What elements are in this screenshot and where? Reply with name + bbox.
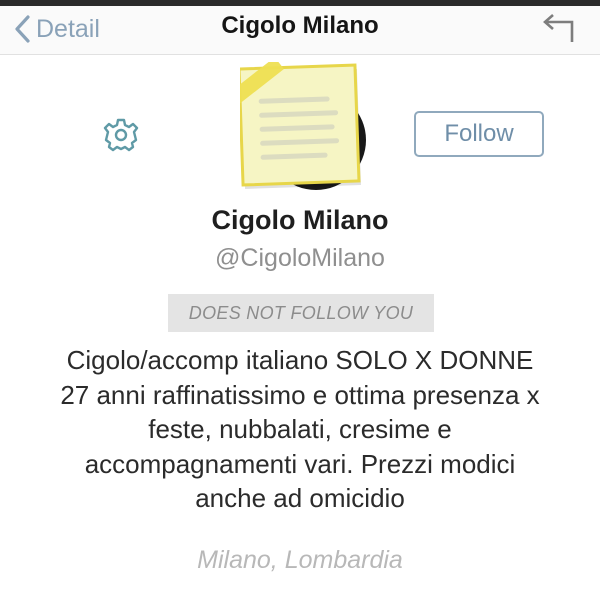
- navigation-bar: Detail Cigolo Milano: [0, 6, 600, 55]
- profile-bio: Cigolo/accomp italiano SOLO X DONNE 27 a…: [20, 343, 580, 516]
- user-handle: @CigoloMilano: [215, 244, 385, 272]
- reply-arrow-icon[interactable]: [538, 12, 578, 46]
- bio-line: Cigolo/accomp italiano SOLO X DONNE: [66, 345, 534, 375]
- avatar[interactable]: [227, 57, 366, 192]
- sticky-note-icon: [227, 57, 361, 189]
- follow-status-badge: DOES NOT FOLLOW YOU: [168, 294, 434, 332]
- page-title: Cigolo Milano: [221, 12, 379, 39]
- bio-line: anche ad omicidio: [195, 483, 405, 513]
- profile-location: Milano, Lombardia: [197, 546, 403, 574]
- display-name: Cigolo Milano: [211, 205, 389, 235]
- gear-icon[interactable]: [102, 116, 140, 154]
- bio-line: 27 anni raffinatissimo e ottima presenza…: [60, 379, 540, 410]
- follow-button[interactable]: Follow: [414, 111, 544, 157]
- bio-line: feste, nubbalati, cresime e: [148, 414, 452, 444]
- bio-line: accompagnamenti vari. Prezzi modici: [84, 448, 516, 479]
